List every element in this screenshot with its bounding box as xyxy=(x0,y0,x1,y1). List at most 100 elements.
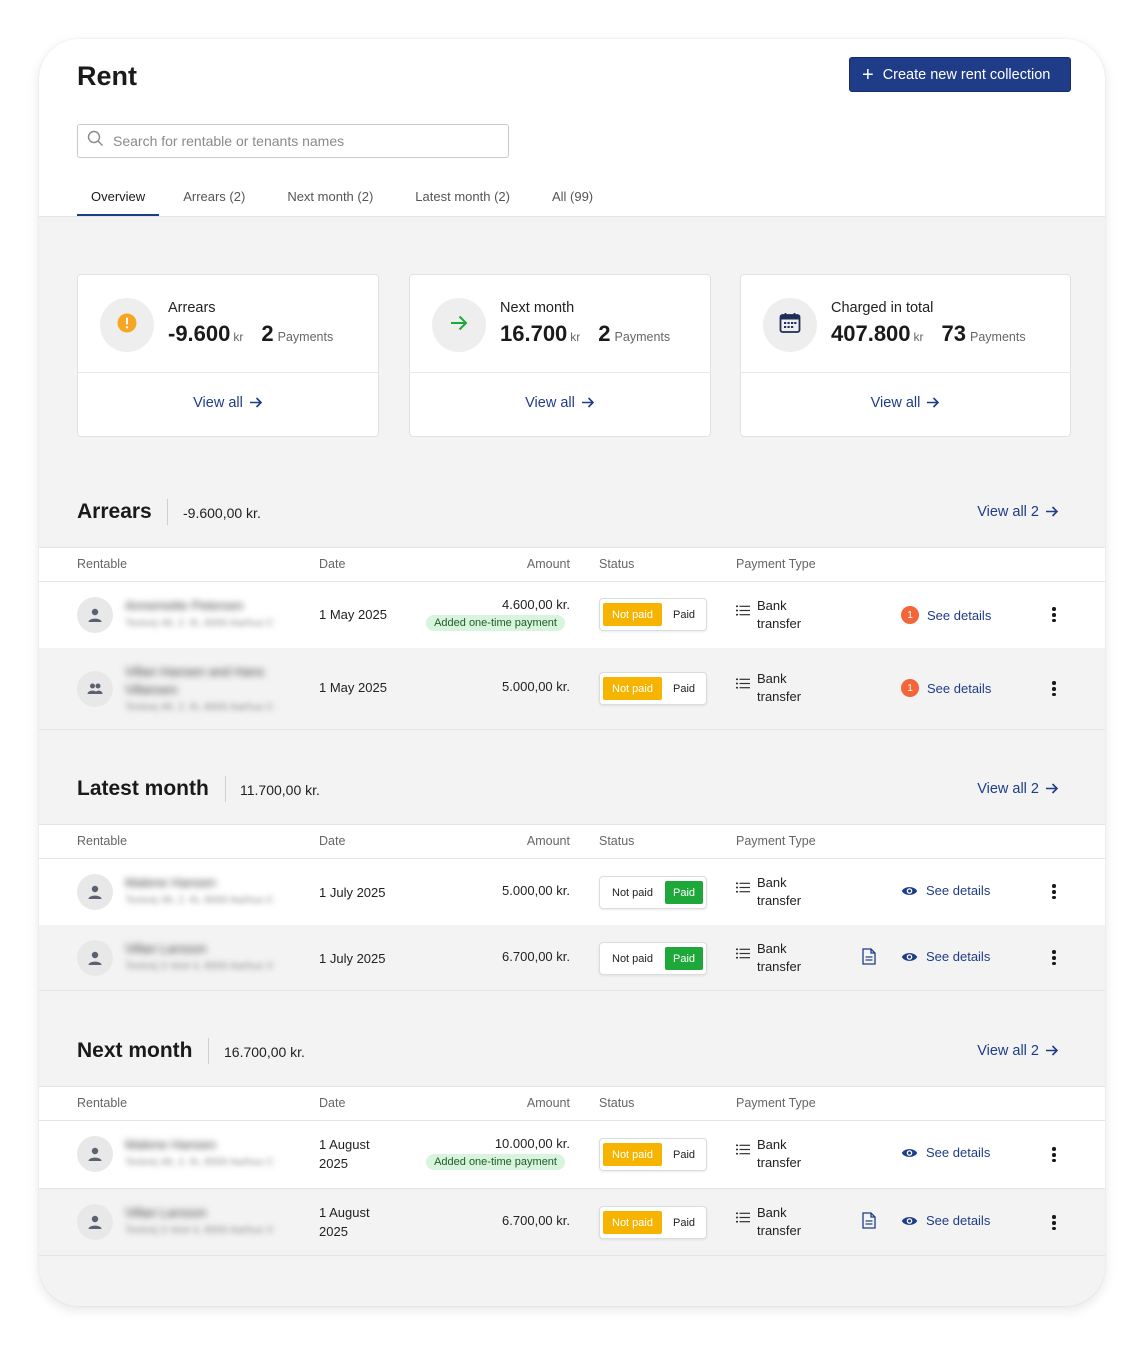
tab-arrears[interactable]: Arrears (2) xyxy=(169,179,259,216)
tab-next-month[interactable]: Next month (2) xyxy=(273,179,387,216)
paid-option[interactable]: Paid xyxy=(665,677,703,700)
stat-view-all-link[interactable]: View all xyxy=(741,395,1070,413)
list-icon xyxy=(736,1142,750,1160)
rentable-address: Testvej 3 Vest 4, 8000 Aarhus V xyxy=(125,960,274,972)
tab-latest-month[interactable]: Latest month (2) xyxy=(401,179,524,216)
section-total: -9.600,00 kr. xyxy=(183,505,261,521)
rentable-name: Villan Hansen and Hans xyxy=(125,664,265,679)
rent-card: Rent + Create new rent collection Overvi… xyxy=(39,39,1105,1306)
table-row[interactable]: Annemette Petersen Testvej 49, 2. th, 80… xyxy=(39,582,1105,649)
column-header-status: Status xyxy=(599,1096,635,1110)
eye-icon xyxy=(901,1147,918,1159)
stat-value: 407.800 kr 73 Payments xyxy=(831,321,1026,346)
list-icon xyxy=(736,1210,750,1228)
section-view-all-link[interactable]: View all 2 xyxy=(977,1043,1059,1061)
status-toggle[interactable]: Not paid Paid xyxy=(599,1138,707,1171)
stat-label: Charged in total xyxy=(831,300,934,316)
paid-option[interactable]: Paid xyxy=(665,603,703,626)
see-details-link[interactable]: See details xyxy=(901,1213,990,1228)
stat-value: -9.600 kr 2 Payments xyxy=(168,321,334,346)
person-icon xyxy=(77,940,113,976)
not-paid-option[interactable]: Not paid xyxy=(603,947,662,970)
see-details-link[interactable]: 1 See details xyxy=(901,679,991,697)
payment-type: Bank transfer xyxy=(736,874,801,910)
status-toggle[interactable]: Not paid Paid xyxy=(599,598,707,631)
more-menu-icon[interactable] xyxy=(1049,949,1059,967)
payment-type-line-2: transfer xyxy=(757,959,802,974)
column-header-amount: Amount xyxy=(526,1096,570,1110)
status-toggle[interactable]: Not paid Paid xyxy=(599,876,707,909)
section-view-all-link[interactable]: View all 2 xyxy=(977,504,1059,522)
list-icon xyxy=(736,946,750,964)
table-row[interactable]: Malene Hansen Testvej 49, 2. th, 8000 Aa… xyxy=(39,859,1105,926)
column-header-amount: Amount xyxy=(526,557,570,571)
paid-option[interactable]: Paid xyxy=(665,1211,703,1234)
stat-view-all-link[interactable]: View all xyxy=(78,395,378,413)
document-icon[interactable] xyxy=(862,948,876,970)
paid-option[interactable]: Paid xyxy=(665,1143,703,1166)
search-input[interactable] xyxy=(113,133,493,149)
create-rent-collection-button[interactable]: + Create new rent collection xyxy=(849,57,1071,92)
payment-type-line-2: transfer xyxy=(757,893,802,908)
table-row[interactable]: Malene Hansen Testvej 49, 2. th, 8000 Aa… xyxy=(39,1121,1105,1189)
status-toggle[interactable]: Not paid Paid xyxy=(599,672,707,705)
payment-type: Bank transfer xyxy=(736,940,801,976)
more-menu-icon[interactable] xyxy=(1049,883,1059,901)
more-menu-icon[interactable] xyxy=(1049,1214,1059,1232)
see-details-link[interactable]: 1 See details xyxy=(901,606,991,624)
not-paid-option[interactable]: Not paid xyxy=(603,677,662,700)
more-menu-icon[interactable] xyxy=(1049,606,1059,624)
arrow-right-icon xyxy=(1045,505,1059,522)
alert-count-badge: 1 xyxy=(901,606,919,624)
arrow-right-icon xyxy=(449,314,469,337)
not-paid-option[interactable]: Not paid xyxy=(603,603,662,626)
stat-view-all-link[interactable]: View all xyxy=(410,395,710,413)
row-date: 1 August 2025 xyxy=(319,1205,370,1239)
document-icon[interactable] xyxy=(862,1212,876,1234)
payment-type-line-2: transfer xyxy=(757,1223,802,1238)
column-header-rentable: Rentable xyxy=(77,834,128,848)
more-menu-icon[interactable] xyxy=(1049,1146,1059,1164)
list-icon xyxy=(736,676,750,694)
more-menu-icon[interactable] xyxy=(1049,680,1059,698)
section-view-all-link[interactable]: View all 2 xyxy=(977,781,1059,799)
search-box[interactable] xyxy=(77,124,509,158)
tab-overview[interactable]: Overview xyxy=(77,179,160,216)
stat-label: Arrears xyxy=(168,300,216,316)
row-amount: 5.000,00 kr. xyxy=(502,679,570,694)
table-header: Rentable Date Amount Status Payment Type xyxy=(39,1086,1105,1121)
table-row[interactable]: Villan Larsson Testvej 3 Vest 4, 8000 Aa… xyxy=(39,1189,1105,1256)
paid-option[interactable]: Paid xyxy=(665,881,703,904)
search-icon xyxy=(87,130,104,152)
status-toggle[interactable]: Not paid Paid xyxy=(599,1206,707,1239)
not-paid-option[interactable]: Not paid xyxy=(603,1143,662,1166)
table-header: Rentable Date Amount Status Payment Type xyxy=(39,547,1105,582)
column-header-status: Status xyxy=(599,834,635,848)
see-details-link[interactable]: See details xyxy=(901,883,990,898)
stat-card-next-month: Next month 16.700 kr 2 Payments View all xyxy=(409,274,711,437)
column-header-rentable: Rentable xyxy=(77,557,128,571)
column-header-payment-type: Payment Type xyxy=(736,834,816,848)
row-date: 1 May 2025 xyxy=(319,607,387,622)
not-paid-option[interactable]: Not paid xyxy=(603,881,662,904)
divider xyxy=(208,1038,209,1064)
row-amount: 4.600,00 kr. xyxy=(502,597,570,612)
eye-icon xyxy=(901,1215,918,1227)
tab-all[interactable]: All (99) xyxy=(538,179,607,216)
payment-type-line-1: Bank xyxy=(757,1137,787,1152)
not-paid-option[interactable]: Not paid xyxy=(603,1211,662,1234)
paid-option[interactable]: Paid xyxy=(665,947,703,970)
table-row[interactable]: Villan Larsson Testvej 3 Vest 4, 8000 Aa… xyxy=(39,925,1105,991)
payment-type-line-1: Bank xyxy=(757,671,787,686)
section-header-next-month: Next month 16.700,00 kr. View all 2 xyxy=(39,1033,1105,1073)
status-toggle[interactable]: Not paid Paid xyxy=(599,942,707,975)
see-details-link[interactable]: See details xyxy=(901,1145,990,1160)
table-row[interactable]: Villan Hansen and Hans Villansen Testvej… xyxy=(39,648,1105,730)
see-details-link[interactable]: See details xyxy=(901,949,990,964)
row-amount: 5.000,00 kr. xyxy=(502,883,570,898)
stat-label: Next month xyxy=(500,300,575,316)
arrow-right-icon xyxy=(1045,1044,1059,1061)
rentable-name: Annemette Petersen xyxy=(125,598,244,613)
page-title: Rent xyxy=(77,61,137,91)
exclamation-icon xyxy=(117,313,137,338)
